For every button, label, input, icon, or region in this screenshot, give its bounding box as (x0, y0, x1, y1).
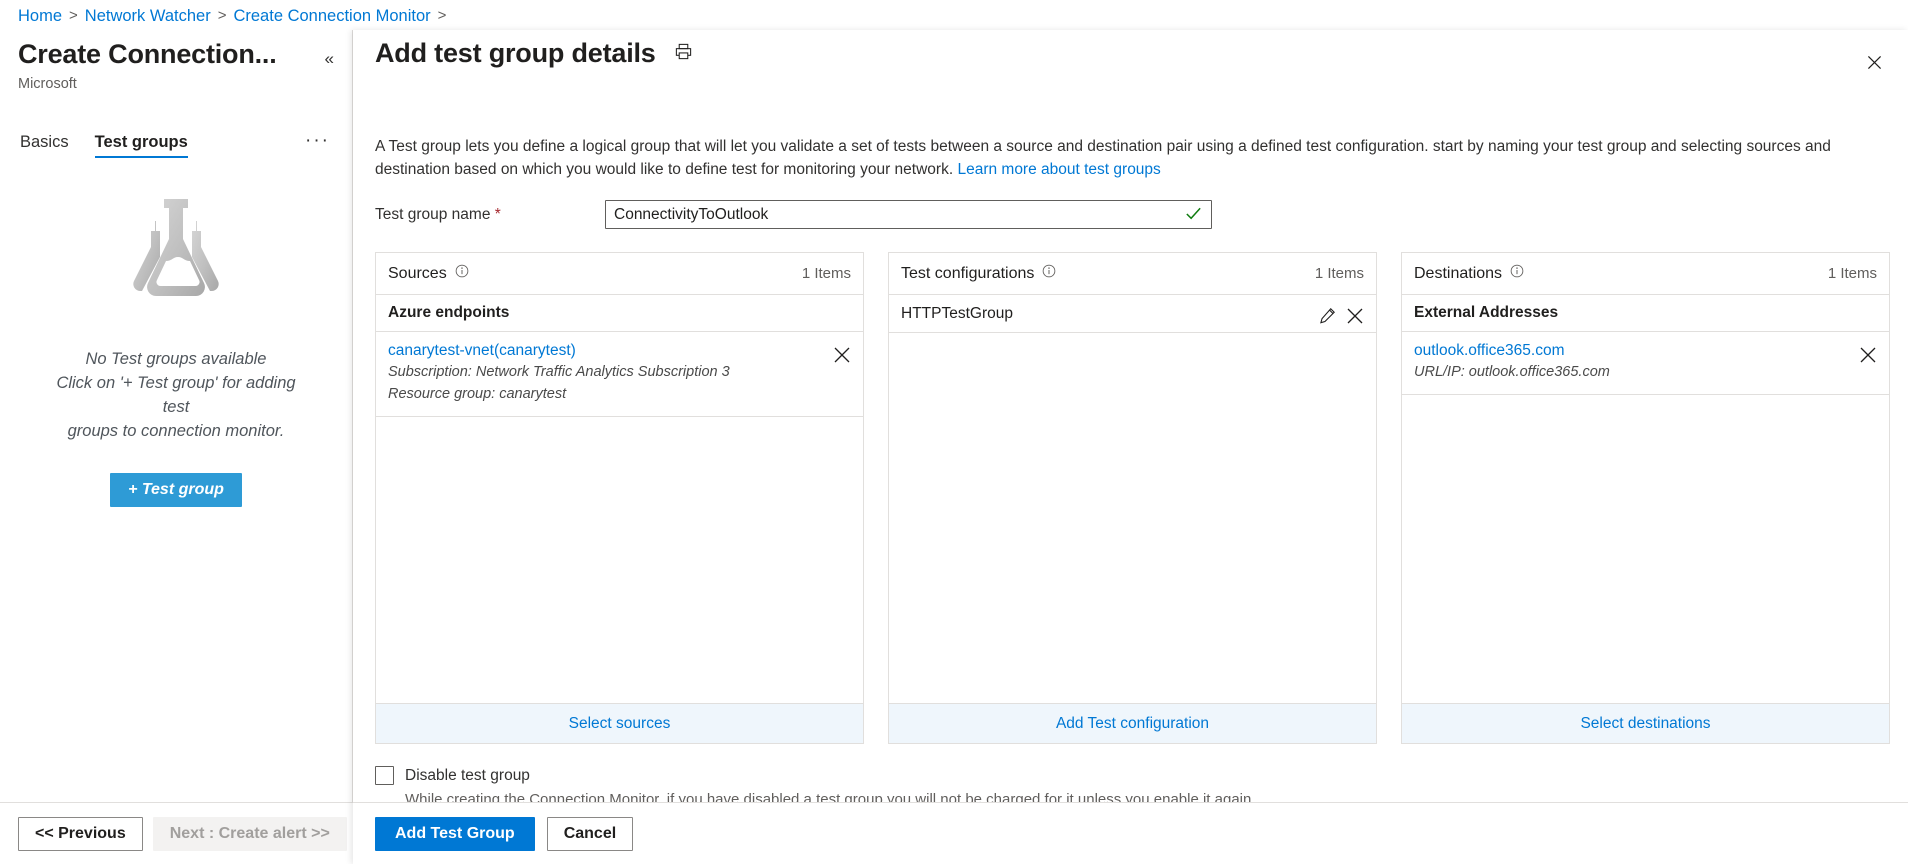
flask-illustration-icon (116, 195, 236, 307)
add-test-group-button[interactable]: + Test group (110, 473, 242, 507)
source-subscription-label: Subscription: Network Traffic Analytics … (388, 362, 730, 382)
info-icon[interactable] (1042, 264, 1056, 283)
destination-urlip-label: URL/IP: outlook.office365.com (1414, 362, 1610, 382)
panel-destinations-subheader: External Addresses (1402, 295, 1889, 332)
test-group-name-input-wrap (605, 200, 1212, 229)
tab-basics[interactable]: Basics (20, 133, 69, 158)
add-test-configuration-link[interactable]: Add Test configuration (889, 703, 1376, 743)
collapse-pane-icon[interactable]: « (321, 47, 338, 71)
panel-sources-body: canarytest-vnet(canarytest) Subscription… (376, 332, 863, 703)
test-group-name-label-text: Test group name (375, 206, 490, 223)
blade-header: Add test group details (375, 38, 693, 69)
select-destinations-link[interactable]: Select destinations (1402, 703, 1889, 743)
remove-test-configuration-close-icon[interactable] (1346, 307, 1364, 325)
tab-test-groups[interactable]: Test groups (95, 133, 188, 158)
breadcrumb: Home > Network Watcher > Create Connecti… (18, 6, 446, 26)
add-test-group-blade: Add test group details A Test group lets… (353, 30, 1908, 864)
panel-destinations-title: Destinations (1414, 265, 1502, 283)
cancel-button[interactable]: Cancel (547, 817, 633, 851)
test-configuration-row: HTTPTestGroup (889, 295, 1376, 333)
panel-sources-header: Sources 1 Items (376, 253, 863, 295)
panel-sources-header-left: Sources (388, 264, 469, 283)
select-sources-link[interactable]: Select sources (376, 703, 863, 743)
next-create-alert-button: Next : Create alert >> (153, 817, 347, 851)
blade-title: Add test group details (375, 38, 656, 69)
breadcrumb-item-create-connection-monitor[interactable]: Create Connection Monitor (233, 6, 430, 26)
panel-sources-subheader: Azure endpoints (376, 295, 863, 332)
disable-test-group-label[interactable]: Disable test group (405, 767, 530, 785)
panel-sources: Sources 1 Items Azure endpoints (375, 252, 864, 744)
disable-test-group-checkbox[interactable] (375, 766, 394, 785)
wizard-tabs: Basics Test groups ··· (20, 130, 330, 158)
list-item: outlook.office365.com URL/IP: outlook.of… (1402, 332, 1889, 395)
add-test-group-submit-button[interactable]: Add Test Group (375, 817, 535, 851)
remove-source-close-icon[interactable] (833, 346, 851, 364)
test-group-name-row: Test group name * (375, 200, 1212, 229)
empty-state-line-2: Click on '+ Test group' for adding test (51, 371, 301, 419)
panel-destinations-body: outlook.office365.com URL/IP: outlook.of… (1402, 332, 1889, 703)
left-wizard-pane: Create Connection... « Microsoft Basics … (0, 30, 353, 864)
panel-test-configurations-title: Test configurations (901, 265, 1034, 283)
publisher-label: Microsoft (18, 76, 77, 92)
test-group-panels: Sources 1 Items Azure endpoints (375, 252, 1890, 744)
panel-destinations: Destinations 1 Items External Addresses (1401, 252, 1890, 744)
printer-icon[interactable] (674, 42, 693, 66)
previous-button[interactable]: << Previous (18, 817, 143, 851)
empty-state-text: No Test groups available Click on '+ Tes… (51, 347, 301, 443)
source-resource-group-label: Resource group: canarytest (388, 384, 730, 404)
test-groups-empty-state: No Test groups available Click on '+ Tes… (0, 195, 352, 507)
empty-state-line-1: No Test groups available (51, 347, 301, 371)
close-blade-icon[interactable] (1858, 46, 1890, 78)
learn-more-link[interactable]: Learn more about test groups (957, 161, 1160, 178)
breadcrumb-separator-2: > (218, 6, 227, 26)
source-row-main: canarytest-vnet(canarytest) Subscription… (388, 342, 730, 404)
panel-test-configurations-header-left: Test configurations (901, 264, 1056, 283)
wizard-footer: << Previous Next : Create alert >> (0, 802, 353, 864)
panel-destinations-header: Destinations 1 Items (1402, 253, 1889, 295)
panel-test-configurations: Test configurations 1 Items HTTPTestGrou… (888, 252, 1377, 744)
required-indicator: * (495, 206, 501, 223)
panel-test-configurations-count: 1 Items (1315, 265, 1364, 282)
test-group-name-label: Test group name * (375, 206, 605, 224)
remove-destination-close-icon[interactable] (1859, 346, 1877, 364)
source-endpoint-link[interactable]: canarytest-vnet(canarytest) (388, 342, 730, 360)
panel-sources-count: 1 Items (802, 265, 851, 282)
page-title: Create Connection... (18, 38, 277, 70)
panel-test-configurations-body (889, 333, 1376, 703)
tabs-overflow-icon[interactable]: ··· (305, 130, 330, 158)
breadcrumb-item-network-watcher[interactable]: Network Watcher (85, 6, 211, 26)
test-configuration-row-actions (1319, 303, 1364, 325)
destination-row-main: outlook.office365.com URL/IP: outlook.of… (1414, 342, 1610, 382)
valid-check-icon (1184, 204, 1203, 223)
breadcrumb-separator-3: > (438, 6, 447, 26)
source-row-actions (833, 342, 851, 364)
destination-row-actions (1859, 342, 1877, 364)
app-root: Home > Network Watcher > Create Connecti… (0, 0, 1908, 864)
empty-state-line-3: groups to connection monitor. (51, 419, 301, 443)
disable-test-group-row: Disable test group (375, 766, 1251, 785)
info-icon[interactable] (1510, 264, 1524, 283)
breadcrumb-separator-1: > (69, 6, 78, 26)
blade-footer: Add Test Group Cancel (353, 802, 1908, 864)
edit-pencil-icon[interactable] (1319, 307, 1336, 324)
panel-destinations-header-left: Destinations (1414, 264, 1524, 283)
destination-address-link[interactable]: outlook.office365.com (1414, 342, 1610, 360)
test-configuration-name: HTTPTestGroup (901, 305, 1013, 323)
panel-destinations-count: 1 Items (1828, 265, 1877, 282)
left-pane-title-row: Create Connection... « (18, 38, 338, 71)
panel-test-configurations-header: Test configurations 1 Items (889, 253, 1376, 295)
blade-description: A Test group lets you define a logical g… (375, 135, 1880, 181)
list-item: canarytest-vnet(canarytest) Subscription… (376, 332, 863, 417)
breadcrumb-item-home[interactable]: Home (18, 6, 62, 26)
test-group-name-input[interactable] (605, 200, 1212, 229)
panel-sources-title: Sources (388, 265, 447, 283)
info-icon[interactable] (455, 264, 469, 283)
